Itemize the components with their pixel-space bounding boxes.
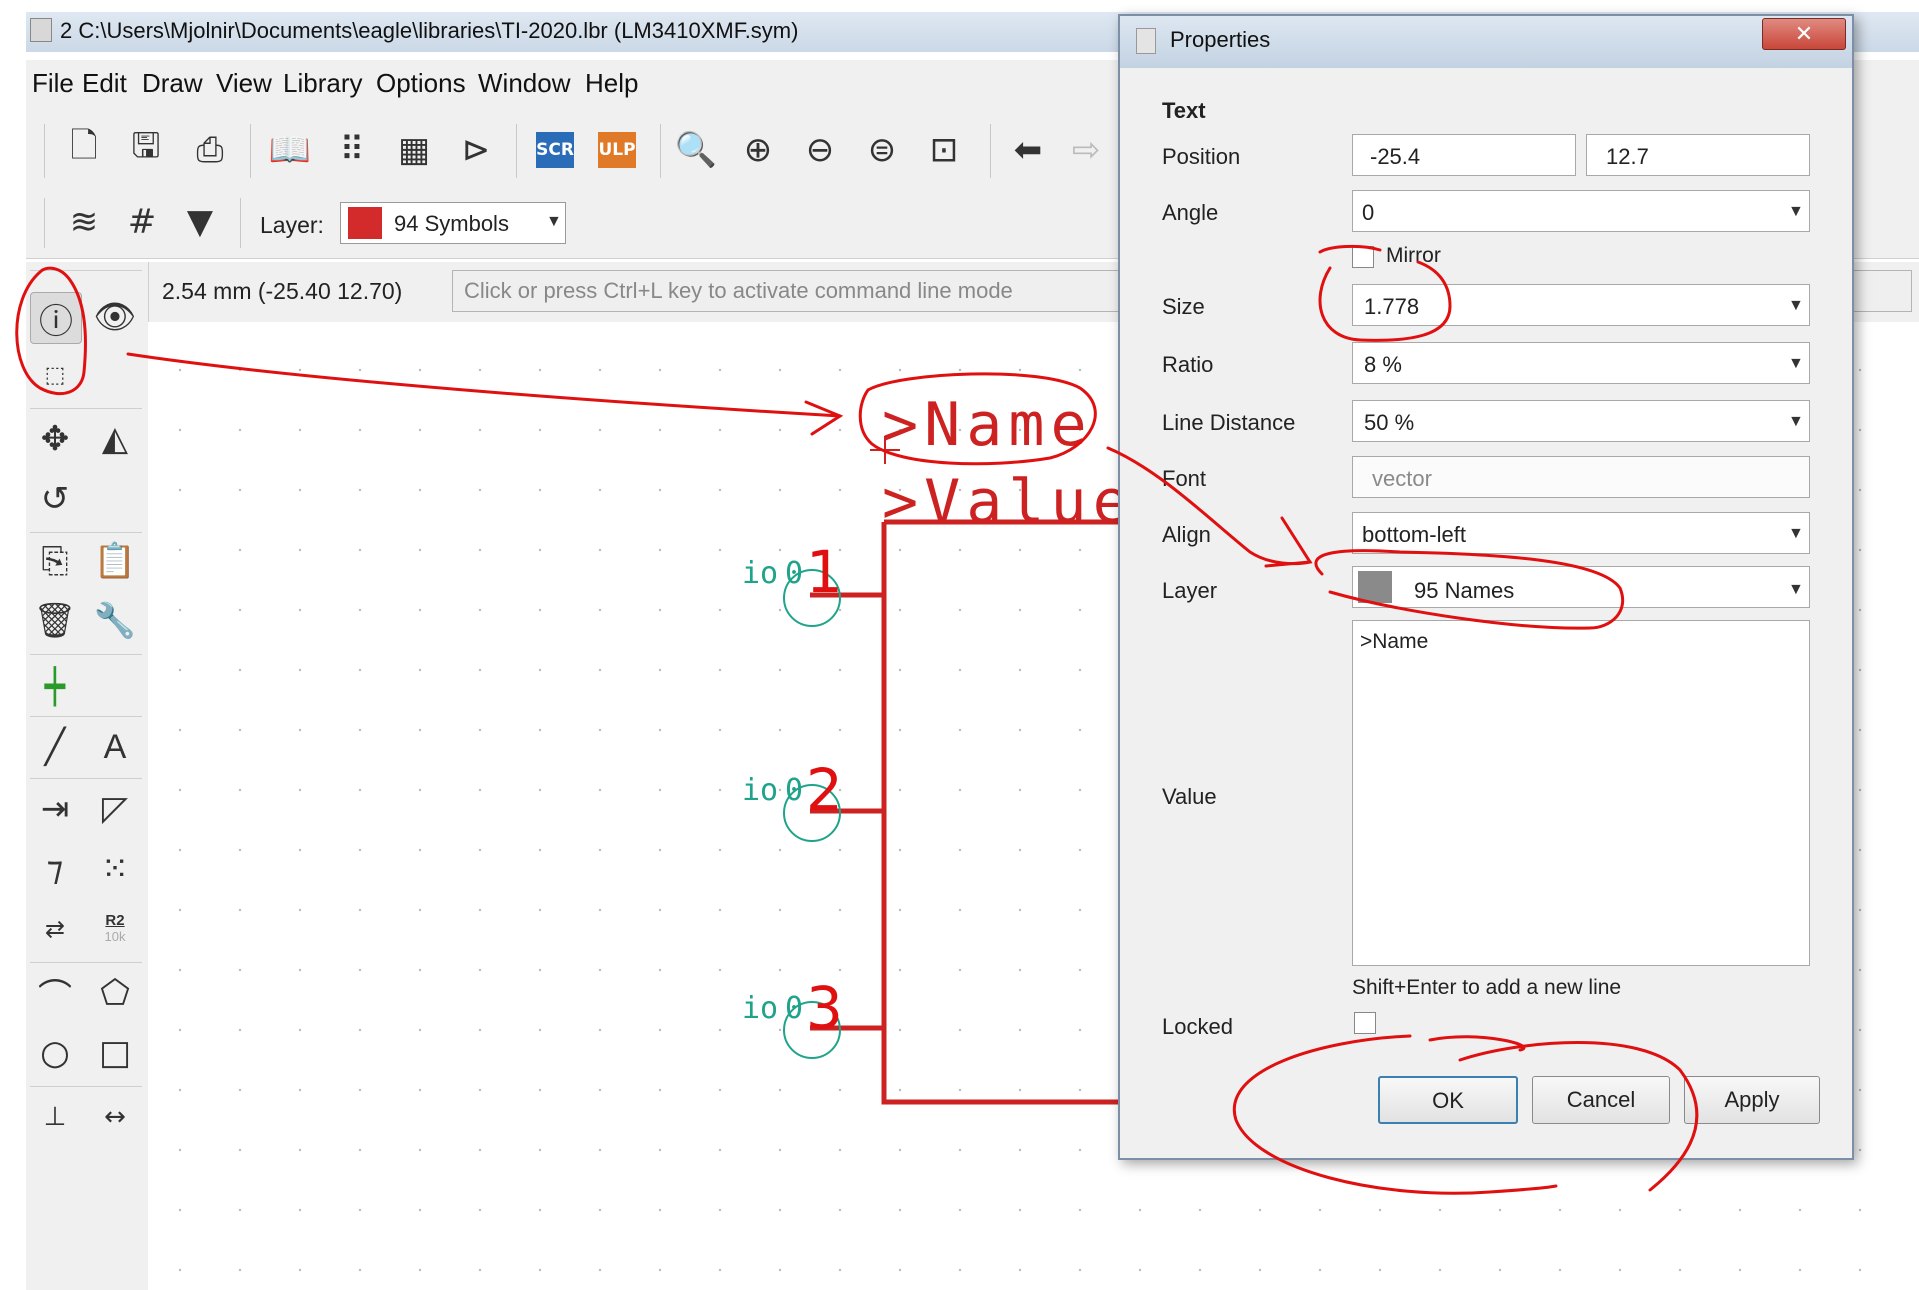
arrow-to-name-head bbox=[804, 400, 844, 436]
layer-highlight bbox=[1314, 549, 1625, 630]
name-text-highlight bbox=[858, 372, 1097, 466]
size-highlight bbox=[1318, 260, 1452, 342]
info-tool-highlight bbox=[15, 266, 87, 396]
buttons-highlight-right bbox=[1458, 1041, 1699, 1192]
arrow-to-name-line bbox=[126, 352, 842, 418]
size-highlight-tick bbox=[1318, 244, 1382, 254]
annotation-layer bbox=[15, 244, 1699, 1195]
arrow-to-layer-head bbox=[1264, 516, 1313, 568]
buttons-highlight-left bbox=[1232, 1034, 1558, 1195]
arrow-to-layer-line bbox=[1106, 446, 1312, 566]
